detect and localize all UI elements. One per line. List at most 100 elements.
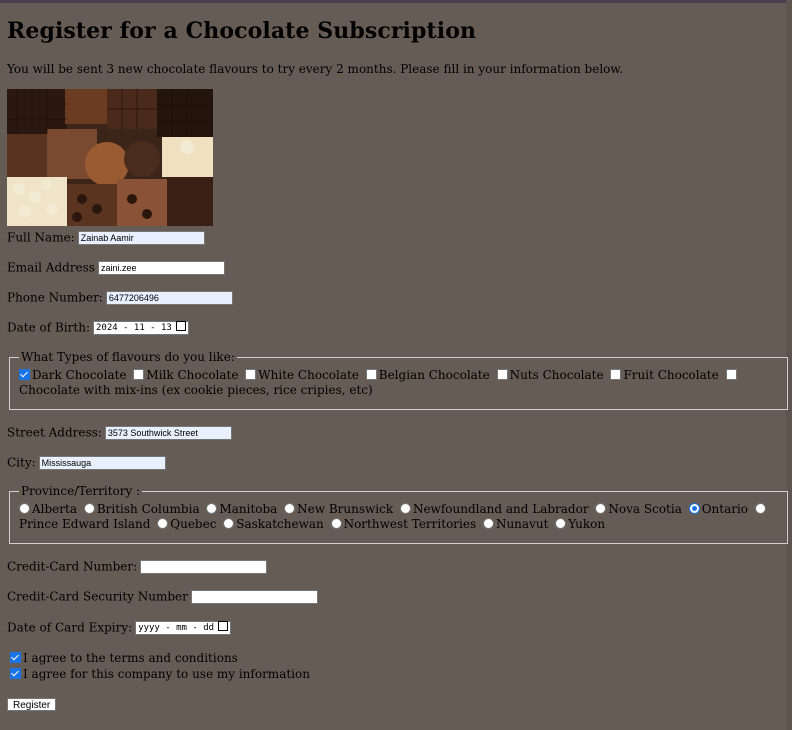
province-option-manitoba[interactable]: Manitoba xyxy=(206,502,277,516)
agree-terms-label: I agree to the terms and conditions xyxy=(23,651,238,665)
province-label: Yukon xyxy=(568,517,606,531)
expiry-value: yyyy - mm - dd xyxy=(138,622,215,633)
register-button[interactable]: Register xyxy=(7,698,57,711)
flavours-fieldset: What Types of flavours do you like: Dark… xyxy=(9,350,788,410)
province-label: Nunavut xyxy=(495,517,549,531)
province-option-saskatchewan[interactable]: Saskatchewan xyxy=(223,517,324,531)
province-label: Manitoba xyxy=(219,502,278,516)
province-label: Alberta xyxy=(32,502,77,516)
street-label: Street Address: xyxy=(7,425,102,440)
province-label: Ontario xyxy=(701,502,749,516)
dob-label: Date of Birth: xyxy=(7,320,90,335)
province-radio[interactable] xyxy=(157,518,169,529)
province-option-alberta[interactable]: Alberta xyxy=(19,502,77,516)
province-label: Prince Edward Island xyxy=(19,517,151,531)
province-radio[interactable] xyxy=(330,518,342,529)
province-option-quebec[interactable]: Quebec xyxy=(157,517,216,531)
province-label: Nova Scotia xyxy=(608,502,682,516)
province-label: New Brunswick xyxy=(297,502,394,516)
province-option-nova-scotia[interactable]: Nova Scotia xyxy=(595,502,682,516)
flavour-option-dark-chocolate[interactable]: Dark Chocolate xyxy=(19,368,127,382)
cc-security-label: Credit-Card Security Number xyxy=(7,589,188,604)
calendar-icon[interactable] xyxy=(218,621,229,631)
phone-input[interactable] xyxy=(105,290,233,305)
page-title: Register for a Chocolate Subscription xyxy=(7,18,477,44)
flavour-checkbox[interactable] xyxy=(725,369,737,380)
province-fieldset: Province/Territory : Alberta British Col… xyxy=(9,484,788,544)
flavour-checkbox[interactable] xyxy=(496,369,508,380)
province-options: Alberta British Columbia Manitoba New Br… xyxy=(19,502,777,532)
agree-info-checkbox[interactable] xyxy=(10,668,21,679)
province-label: Saskatchewan xyxy=(236,517,324,531)
flavour-option-belgian-chocolate[interactable]: Belgian Chocolate xyxy=(365,368,490,382)
flavour-label: Fruit Chocolate xyxy=(623,368,719,382)
province-radio[interactable] xyxy=(754,503,766,514)
email-input[interactable] xyxy=(97,260,225,275)
street-input[interactable] xyxy=(104,425,232,440)
cc-number-row: Credit-Card Number: xyxy=(7,559,268,574)
province-radio[interactable] xyxy=(206,503,218,514)
province-option-ontario[interactable]: Ontario xyxy=(688,502,749,516)
province-radio[interactable] xyxy=(83,503,95,514)
province-radio[interactable] xyxy=(688,503,700,514)
dob-value: 2024 - 11 - 13 xyxy=(95,322,172,333)
province-legend: Province/Territory : xyxy=(21,484,141,498)
agree-terms-checkbox[interactable] xyxy=(10,652,21,663)
province-option-british-columbia[interactable]: British Columbia xyxy=(83,502,200,516)
flavour-checkbox[interactable] xyxy=(133,369,145,380)
province-option-new-brunswick[interactable]: New Brunswick xyxy=(284,502,393,516)
flavour-option-white-chocolate[interactable]: White Chocolate xyxy=(245,368,359,382)
flavour-checkbox[interactable] xyxy=(245,369,257,380)
city-input[interactable] xyxy=(38,455,166,470)
flavour-option-nuts-chocolate[interactable]: Nuts Chocolate xyxy=(496,368,604,382)
cc-security-input[interactable] xyxy=(190,589,318,604)
province-radio[interactable] xyxy=(555,518,567,529)
province-label: Newfoundland and Labrador xyxy=(412,502,589,516)
flavour-option-milk-chocolate[interactable]: Milk Chocolate xyxy=(133,368,238,382)
flavour-checkbox[interactable] xyxy=(365,369,377,380)
window-top-border xyxy=(0,0,792,3)
full-name-input[interactable] xyxy=(77,230,205,245)
flavour-label: White Chocolate xyxy=(258,368,359,382)
province-radio[interactable] xyxy=(482,518,494,529)
flavour-label: Belgian Chocolate xyxy=(378,368,490,382)
agree-info-row: I agree for this company to use my infor… xyxy=(10,667,310,682)
dob-date-input[interactable]: 2024 - 11 - 13 xyxy=(92,320,189,335)
email-row: Email Address xyxy=(7,260,225,275)
cc-number-label: Credit-Card Number: xyxy=(7,559,138,574)
flavour-checkbox[interactable] xyxy=(19,369,30,380)
cc-security-row: Credit-Card Security Number xyxy=(7,589,318,604)
province-option-nunavut[interactable]: Nunavut xyxy=(482,517,549,531)
phone-label: Phone Number: xyxy=(7,290,103,305)
flavour-checkbox[interactable] xyxy=(610,369,622,380)
province-option-newfoundland-and-labrador[interactable]: Newfoundland and Labrador xyxy=(399,502,589,516)
full-name-label: Full Name: xyxy=(7,230,75,245)
province-option-northwest-territories[interactable]: Northwest Territories xyxy=(330,517,476,531)
province-option-yukon[interactable]: Yukon xyxy=(555,517,605,531)
city-label: City: xyxy=(7,455,36,470)
chocolate-image xyxy=(7,89,213,226)
expiry-row: Date of Card Expiry: yyyy - mm - dd xyxy=(7,620,232,635)
province-radio[interactable] xyxy=(284,503,296,514)
cc-number-input[interactable] xyxy=(140,559,268,574)
expiry-date-input[interactable]: yyyy - mm - dd xyxy=(135,620,232,635)
province-radio[interactable] xyxy=(399,503,411,514)
flavour-option-fruit-chocolate[interactable]: Fruit Chocolate xyxy=(610,368,719,382)
agree-info-label: I agree for this company to use my infor… xyxy=(23,667,310,681)
full-name-row: Full Name: xyxy=(7,230,205,245)
street-row: Street Address: xyxy=(7,425,232,440)
phone-row: Phone Number: xyxy=(7,290,233,305)
province-radio[interactable] xyxy=(223,518,235,529)
flavours-legend: What Types of flavours do you like: xyxy=(21,350,235,364)
flavour-label: Dark Chocolate xyxy=(32,368,127,382)
agree-terms-row: I agree to the terms and conditions xyxy=(10,651,238,666)
flavour-label: Chocolate with mix-ins (ex cookie pieces… xyxy=(19,383,373,397)
province-radio[interactable] xyxy=(595,503,607,514)
city-row: City: xyxy=(7,455,166,470)
intro-text: You will be sent 3 new chocolate flavour… xyxy=(7,62,624,76)
dob-row: Date of Birth: 2024 - 11 - 13 xyxy=(7,320,189,335)
province-radio[interactable] xyxy=(19,503,30,514)
flavours-options: Dark Chocolate Milk Chocolate White Choc… xyxy=(19,368,777,398)
expiry-label: Date of Card Expiry: xyxy=(7,620,133,635)
calendar-icon[interactable] xyxy=(175,321,186,331)
